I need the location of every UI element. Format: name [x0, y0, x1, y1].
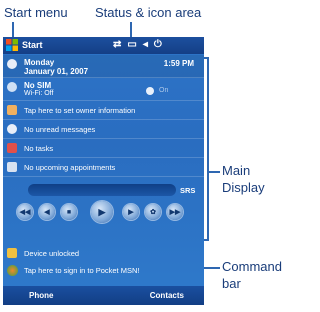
device-status-text: Device unlocked	[24, 249, 80, 258]
windows-flag-icon[interactable]	[6, 39, 18, 51]
wifi-toggle-label: On	[159, 87, 169, 94]
messages-text: No unread messages	[24, 125, 96, 134]
appointments-row[interactable]: No upcoming appointments	[3, 158, 204, 177]
owner-icon	[7, 105, 17, 115]
main-display-leader	[209, 171, 220, 173]
play-icon: ▶	[98, 206, 106, 217]
rewind-button[interactable]: ◀◀	[17, 204, 33, 220]
owner-info-text: Tap here to set owner information	[24, 106, 136, 115]
tasks-icon	[7, 143, 17, 153]
start-menu-callout: Start menu	[4, 5, 68, 20]
msn-row[interactable]: Tap here to sign in to Pocket MSN!	[3, 263, 204, 279]
track-display[interactable]	[28, 184, 176, 196]
start-menu-leader	[12, 22, 14, 38]
time: 1:59 PM	[163, 59, 194, 68]
start-button-label[interactable]: Start	[22, 40, 43, 50]
media-player: SRS ◀◀ ◀ ■ ▶ ▶ ✿ ▶▶	[3, 181, 204, 239]
stop-icon: ■	[66, 208, 72, 216]
calendar-icon	[7, 162, 17, 172]
sim-status: No SIM	[24, 81, 52, 90]
tasks-row[interactable]: No tasks	[3, 139, 204, 158]
status-area-leader	[130, 22, 132, 38]
fast-forward-icon: ▶▶	[169, 209, 181, 216]
previous-button[interactable]: ◀	[39, 204, 55, 220]
antenna-icon	[7, 82, 17, 92]
lock-icon	[7, 248, 17, 258]
windows-media-icon: ✿	[150, 209, 156, 216]
next-icon: ▶	[128, 209, 134, 216]
windows-media-button[interactable]: ✿	[145, 204, 161, 220]
play-button[interactable]: ▶	[91, 201, 113, 223]
wifi-status: Wi-Fi: Off	[24, 90, 54, 97]
command-bar-callout-line2: bar	[222, 276, 241, 291]
signal-icon[interactable]: ⇄	[113, 39, 121, 51]
device-screen: Start ⇄ ▭ ◂ ⏻ Monday January 01, 2007 1:…	[3, 37, 204, 305]
sync-icon[interactable]: ▭	[127, 39, 136, 51]
date-row[interactable]: Monday January 01, 2007 1:59 PM	[3, 55, 204, 78]
fast-forward-button[interactable]: ▶▶	[167, 204, 183, 220]
date: January 01, 2007	[24, 67, 89, 76]
msn-text: Tap here to sign in to Pocket MSN!	[24, 266, 140, 275]
command-bar: Phone Contacts	[3, 286, 204, 305]
wifi-toggle-icon[interactable]	[146, 87, 154, 95]
title-bar: Start ⇄ ▭ ◂ ⏻	[3, 37, 204, 54]
rewind-icon: ◀◀	[19, 209, 31, 216]
tasks-text: No tasks	[24, 144, 54, 153]
status-icons[interactable]: ⇄ ▭ ◂ ⏻	[113, 39, 162, 51]
status-area-callout: Status & icon area	[95, 5, 202, 20]
sim-row[interactable]: No SIM Wi-Fi: Off On	[3, 78, 204, 101]
main-display-callout-line2: Display	[222, 180, 265, 195]
speaker-icon[interactable]: ◂	[143, 39, 148, 51]
previous-icon: ◀	[44, 209, 50, 216]
msn-butterfly-icon	[7, 265, 18, 276]
phone-softkey[interactable]: Phone	[29, 291, 53, 300]
command-bar-callout-line1: Command	[222, 259, 282, 274]
appointments-text: No upcoming appointments	[24, 163, 116, 172]
power-icon[interactable]: ⏻	[154, 39, 162, 51]
weekday: Monday	[24, 58, 55, 67]
srs-label: SRS	[180, 186, 196, 195]
stop-button[interactable]: ■	[61, 204, 77, 220]
messages-icon	[7, 124, 17, 134]
next-button[interactable]: ▶	[123, 204, 139, 220]
device-status-row[interactable]: Device unlocked	[3, 245, 204, 261]
contacts-softkey[interactable]: Contacts	[150, 291, 184, 300]
main-display-callout-line1: Main	[222, 163, 251, 178]
messages-row[interactable]: No unread messages	[3, 120, 204, 139]
clock-icon	[7, 59, 17, 69]
owner-info-row[interactable]: Tap here to set owner information	[3, 101, 204, 120]
